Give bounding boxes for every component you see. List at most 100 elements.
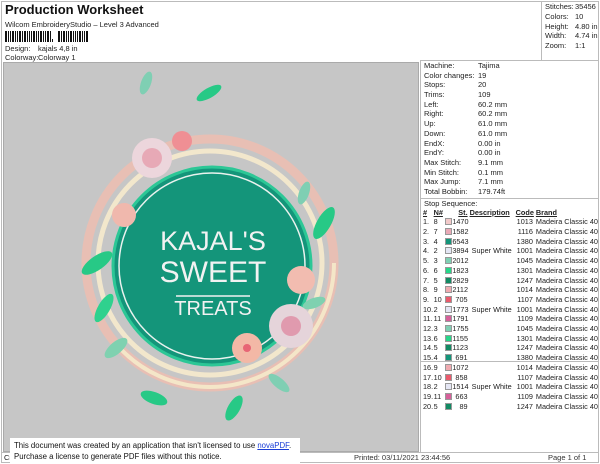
- design-text-line3: TREATS: [174, 298, 251, 320]
- description: [470, 402, 514, 412]
- stop-index: 17.: [423, 372, 434, 382]
- color-code: 1001: [516, 304, 533, 314]
- table-row: 3. 4 6543 1380 Madeira Classic 40: [423, 237, 598, 247]
- brand: Madeira Classic 40: [535, 294, 598, 304]
- stat-value: 4.74 in: [575, 31, 598, 41]
- stop-index: 11.: [423, 314, 433, 324]
- needle-number: 6: [433, 265, 438, 275]
- property-value: 109: [478, 90, 491, 100]
- table-row: 10. 2 1773 Super White 1001 Madeira Classic 4…: [423, 305, 598, 315]
- property-label: Stops:: [424, 80, 446, 90]
- table-row: 1. 8 1470 1013 Madeira Classic 40: [423, 217, 598, 227]
- property-row: EndX: 0.00 in: [421, 139, 598, 149]
- stitch-count: 1072: [452, 362, 469, 372]
- colorway-value: Colorway 1: [38, 53, 76, 62]
- needle-number: 2: [433, 246, 438, 256]
- color-code: 1045: [516, 324, 533, 334]
- stop-sequence-table: # N# St. Description Code Brand 1. 8 1470 1013 Ma…: [423, 208, 598, 412]
- needle-number: 2: [433, 304, 438, 314]
- stop-index: 2.: [423, 227, 430, 237]
- description: [470, 227, 514, 237]
- color-code: 1014: [516, 285, 533, 295]
- property-label: EndX:: [424, 138, 445, 148]
- needle-number: 8: [433, 217, 438, 227]
- property-row: Trims: 109: [421, 90, 598, 100]
- property-value: 61.0 mm: [478, 128, 508, 138]
- stitch-count: 1155: [452, 333, 469, 343]
- property-row: Machine: Tajima: [421, 61, 598, 71]
- brand: Madeira Classic 40: [535, 333, 598, 343]
- stat-value: 1:1: [575, 41, 586, 51]
- brand: Madeira Classic 40: [535, 227, 598, 237]
- needle-number: 2: [433, 382, 438, 392]
- property-label: Max Stitch:: [424, 157, 462, 167]
- brand: Madeira Classic 40: [535, 285, 598, 295]
- novapdf-link[interactable]: novaPDF: [257, 441, 289, 450]
- stat-label: Colors:: [545, 11, 569, 21]
- needle-number: 4: [433, 236, 438, 246]
- table-row: 20. 5 89 1247 Madeira Classic 40: [423, 402, 598, 412]
- color-code: 1107: [517, 372, 533, 382]
- brand: Madeira Classic 40: [535, 304, 598, 314]
- stat-value: 4.80 in: [575, 21, 598, 31]
- description: [470, 324, 514, 334]
- property-value: 60.2 mm: [478, 109, 508, 119]
- stat-label: Stitches:: [545, 2, 574, 11]
- color-code: 1109: [517, 391, 533, 401]
- stats-box: Stitches: 35456 Colors: 10 Height: 4.80 in Wid…: [541, 2, 598, 60]
- stitch-count: 663: [455, 391, 468, 401]
- property-row: Min Stitch: 0.1 mm: [421, 168, 598, 178]
- property-label: Total Bobbin:: [424, 186, 468, 196]
- stitch-count: 2012: [452, 256, 469, 266]
- divider: [420, 361, 598, 362]
- property-value: Tajima: [478, 61, 500, 70]
- property-label: Trims:: [424, 90, 445, 100]
- brand: Madeira Classic 40: [535, 275, 598, 285]
- description: Super White: [471, 382, 512, 392]
- color-code: 1001: [516, 382, 533, 392]
- property-value: 179.74ft: [478, 186, 506, 196]
- property-row: Max Jump: 7.1 mm: [421, 177, 598, 187]
- notice-line1-end: .: [288, 441, 292, 450]
- property-row: Total Bobbin: 179.74ft: [421, 187, 598, 197]
- description: [470, 363, 514, 373]
- embroidery-design: KAJAL'S SWEET TREATS: [81, 71, 339, 421]
- description: [470, 217, 514, 227]
- stitch-count: 1514: [452, 382, 469, 392]
- stat-row: Zoom: 1:1: [542, 41, 598, 51]
- color-swatch: [445, 402, 453, 410]
- color-code: 1013: [516, 217, 533, 227]
- needle-number: 9: [433, 362, 438, 372]
- table-row: 5. 3 2012 1045 Madeira Classic 40: [423, 256, 598, 266]
- needle-number: 10: [433, 294, 442, 304]
- brand: Madeira Classic 40: [535, 236, 598, 246]
- property-row: Left: 60.2 mm: [421, 100, 598, 110]
- colorway-label: Colorway:: [5, 53, 39, 62]
- brand: Madeira Classic 40: [535, 256, 598, 266]
- stop-index: 9.: [423, 294, 430, 304]
- color-swatch: [445, 373, 453, 381]
- description: [470, 314, 514, 324]
- stitch-count: 1773: [452, 304, 469, 314]
- property-value: 7.1 mm: [478, 177, 504, 187]
- brand: Madeira Classic 40: [535, 372, 598, 382]
- stop-sequence-title: Stop Sequence:: [421, 197, 598, 208]
- stitch-count: 1791: [452, 314, 469, 324]
- property-value: 60.2 mm: [478, 99, 508, 109]
- property-value: 61.0 mm: [478, 119, 508, 129]
- stat-row: Width: 4.74 in: [542, 31, 598, 41]
- property-row: Color changes: 19: [421, 71, 598, 81]
- stop-index: 8.: [423, 285, 430, 295]
- property-label: Down:: [424, 128, 446, 138]
- stat-row: Stitches: 35456: [542, 2, 598, 12]
- needle-number: 5: [433, 401, 438, 411]
- description: [470, 276, 514, 286]
- table-row: 7. 5 2829 1247 Madeira Classic 40: [423, 276, 598, 286]
- property-label: EndY:: [424, 148, 445, 158]
- stop-index: 4.: [423, 246, 430, 256]
- column-header: N#: [433, 207, 443, 217]
- property-value: 19: [478, 70, 487, 80]
- stop-index: 5.: [423, 256, 430, 266]
- machine-properties: Machine: Tajima Color changes: 19 Stops: 20 Tr…: [421, 61, 598, 197]
- stat-row: Colors: 10: [542, 12, 598, 22]
